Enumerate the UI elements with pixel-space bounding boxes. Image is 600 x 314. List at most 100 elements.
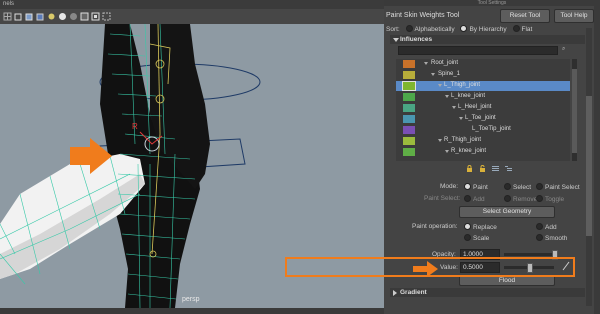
- joint-label: R_knee_joint: [451, 148, 487, 154]
- paint-select-add: Add: [460, 195, 485, 203]
- list-item[interactable]: L_ToeTip_joint: [396, 125, 570, 135]
- op-scale-label: Scale: [473, 235, 490, 242]
- grid-icon[interactable]: [3, 12, 12, 21]
- sort-alpha-radio[interactable]: [405, 25, 413, 32]
- influence-tools: [466, 165, 512, 172]
- joint-label: L_Toe_joint: [465, 115, 496, 121]
- joint-color-swatch: [402, 81, 416, 91]
- influences-title: Influences: [400, 36, 433, 43]
- joint-label: Root_joint: [431, 60, 459, 66]
- mode-options: Paint: [460, 183, 488, 191]
- op-replace-radio[interactable]: [464, 223, 471, 230]
- gradient-section-header[interactable]: Gradient: [390, 288, 585, 297]
- tool-help-button[interactable]: Tool Help: [554, 9, 594, 23]
- unlock-icon[interactable]: [479, 165, 486, 172]
- op-add: Add: [532, 223, 557, 231]
- list-item[interactable]: Spine_1: [396, 70, 570, 80]
- sort-flat-radio[interactable]: [512, 25, 520, 32]
- opacity-slider[interactable]: [504, 253, 554, 256]
- mode-paint-select: Paint Select: [532, 183, 580, 191]
- expand-triangle-icon[interactable]: [438, 84, 442, 87]
- scroll-thumb[interactable]: [586, 96, 592, 236]
- influences-section-header[interactable]: Influences: [390, 35, 585, 44]
- select-geometry-button[interactable]: Select Geometry: [459, 206, 555, 218]
- expand-triangle-icon[interactable]: [438, 139, 442, 142]
- shaded-box-icon[interactable]: [25, 12, 34, 21]
- callout-arrow-panel: [413, 261, 438, 277]
- list-item[interactable]: L_Heel_joint: [396, 103, 570, 113]
- list-item[interactable]: R_Thigh_joint: [396, 136, 570, 146]
- sort-hierarchy-radio[interactable]: [460, 25, 468, 32]
- joint-color-swatch: [403, 137, 415, 145]
- joint-label: L_knee_joint: [451, 93, 486, 99]
- side-tab-strip[interactable]: [594, 6, 600, 314]
- camera-icon[interactable]: [91, 12, 100, 21]
- panel-header: Tool Settings: [384, 0, 600, 6]
- mode-paint-select-radio[interactable]: [536, 183, 543, 190]
- collapse-triangle-icon: [393, 38, 399, 42]
- joint-color-swatch: [403, 148, 415, 156]
- tool-title: Paint Skin Weights Tool: [386, 12, 460, 19]
- list-item-selected[interactable]: L_Thigh_joint: [396, 81, 570, 91]
- list-item[interactable]: Root_joint: [396, 59, 570, 69]
- mode-select-radio[interactable]: [504, 183, 511, 190]
- joint-label: L_Thigh_joint: [444, 82, 481, 88]
- paint-select-remove-radio[interactable]: [504, 195, 511, 202]
- expand-triangle-icon: [393, 290, 397, 296]
- isolate-icon[interactable]: [69, 12, 78, 21]
- joint-color-swatch: [403, 93, 415, 101]
- textured-icon[interactable]: [36, 12, 45, 21]
- light-icon[interactable]: [47, 12, 56, 21]
- sphere-icon[interactable]: [58, 12, 67, 21]
- joint-label: R_Thigh_joint: [444, 137, 482, 143]
- mode-paint-select-label: Paint Select: [545, 184, 580, 191]
- joint-label: L_Heel_joint: [458, 104, 492, 110]
- op-scale: Scale: [460, 234, 489, 242]
- expand-triangle-icon[interactable]: [445, 95, 449, 98]
- sort-hierarchy-label: By Hierarchy: [469, 26, 507, 33]
- gradient-title: Gradient: [400, 289, 427, 296]
- joint-label: L_ToeTip_joint: [472, 126, 511, 132]
- expand-triangle-icon[interactable]: [445, 150, 449, 153]
- op-add-label: Add: [545, 224, 557, 231]
- viewport-title: nels: [0, 0, 384, 9]
- box-icon[interactable]: [14, 12, 23, 21]
- viewport-status-bar: [0, 308, 384, 314]
- paint-select-add-radio[interactable]: [464, 195, 471, 202]
- list-view-icon[interactable]: [492, 165, 499, 172]
- joint-color-swatch: [403, 126, 415, 134]
- paint-select-toggle-radio[interactable]: [536, 195, 543, 202]
- mode-select: Select: [500, 183, 531, 191]
- tree-view-icon[interactable]: [505, 165, 512, 172]
- xray-icon[interactable]: [80, 12, 89, 21]
- frame-icon[interactable]: [102, 12, 111, 21]
- expand-triangle-icon[interactable]: [424, 62, 428, 65]
- reset-tool-button[interactable]: Reset Tool: [500, 9, 550, 23]
- list-item[interactable]: L_knee_joint: [396, 92, 570, 102]
- sort-label: Sort:: [386, 26, 400, 33]
- joint-label: Spine_1: [438, 71, 461, 77]
- lock-icon[interactable]: [466, 165, 473, 172]
- op-smooth-radio[interactable]: [536, 234, 543, 241]
- joint-marker-label: R: [132, 122, 138, 131]
- list-item[interactable]: L_Toe_joint: [396, 114, 570, 124]
- influence-list[interactable]: Root_joint Spine_1 L_Thigh_joint L_knee_…: [396, 59, 570, 161]
- expand-triangle-icon[interactable]: [459, 117, 463, 120]
- paint-select-toggle: Toggle: [532, 195, 564, 203]
- joint-color-swatch: [403, 104, 415, 112]
- expand-triangle-icon[interactable]: [431, 73, 435, 76]
- op-add-radio[interactable]: [536, 223, 543, 230]
- op-scale-radio[interactable]: [464, 234, 471, 241]
- filter-pin-icon[interactable]: ⌕: [562, 46, 570, 55]
- list-item[interactable]: R_knee_joint: [396, 147, 570, 157]
- influence-list-scrollbar[interactable]: [572, 59, 577, 161]
- influence-filter-input[interactable]: [398, 46, 558, 55]
- joint-color-swatch: [403, 115, 415, 123]
- scroll-thumb[interactable]: [572, 69, 577, 153]
- camera-label: persp: [182, 296, 200, 303]
- mode-paint-radio[interactable]: [464, 183, 471, 190]
- op-smooth-label: Smooth: [545, 235, 568, 242]
- panel-scrollbar[interactable]: [586, 28, 592, 306]
- expand-triangle-icon[interactable]: [452, 106, 456, 109]
- paint-select-label: Paint Select:: [424, 195, 461, 202]
